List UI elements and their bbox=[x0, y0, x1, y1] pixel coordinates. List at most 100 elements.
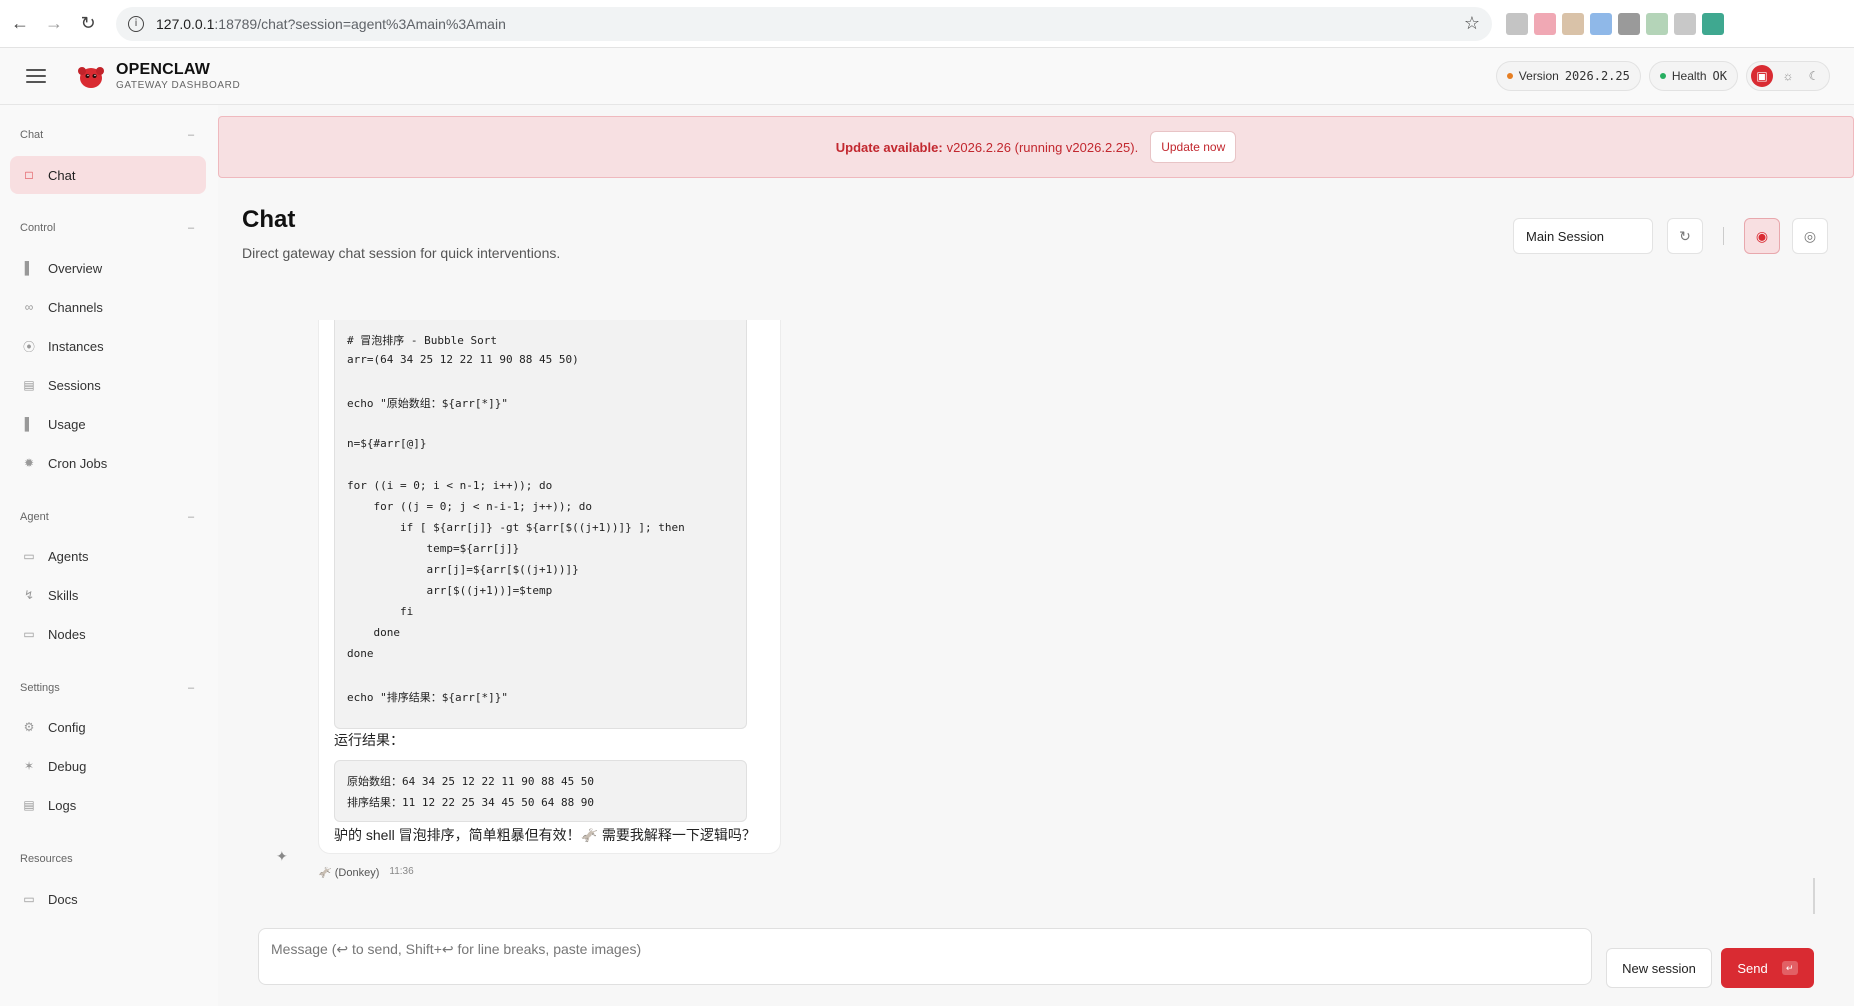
sidebar-item-usage[interactable]: ▌ Usage bbox=[10, 405, 206, 443]
reload-icon[interactable]: ↻ bbox=[76, 12, 100, 36]
send-button[interactable]: Send ↵ bbox=[1721, 948, 1814, 988]
extension-icon[interactable] bbox=[1506, 12, 1528, 35]
refresh-icon[interactable]: ↻ bbox=[1667, 218, 1703, 254]
code-line: for ((i = 0; i < n-1; i++)); do bbox=[347, 479, 553, 492]
sidebar-item-label: Instances bbox=[48, 338, 104, 354]
sidebar-item-chat[interactable]: □ Chat bbox=[10, 156, 206, 194]
back-arrow-icon[interactable]: ← bbox=[8, 12, 32, 36]
page-subtitle: Direct gateway chat session for quick in… bbox=[242, 245, 561, 261]
session-select[interactable]: Main Session bbox=[1513, 218, 1653, 254]
update-banner: Update available: v2026.2.26 (running v2… bbox=[218, 116, 1854, 178]
result-label: 运行结果： bbox=[334, 732, 404, 748]
brain-toggle-icon[interactable]: ◉ bbox=[1744, 218, 1780, 254]
bolt-icon: ↯ bbox=[23, 588, 35, 602]
health-status-dot bbox=[1659, 73, 1666, 79]
sidebar-item-label: Logs bbox=[48, 797, 77, 813]
focus-icon[interactable]: ◎ bbox=[1792, 218, 1828, 254]
code-line: # 冒泡排序 - Bubble Sort bbox=[347, 334, 497, 347]
code-line: arr=(64 34 25 12 22 11 90 88 45 50) bbox=[347, 353, 579, 366]
extension-icon[interactable] bbox=[1646, 12, 1668, 35]
sidebar-item-label: Docs bbox=[48, 891, 78, 907]
sidebar-item-label: Overview bbox=[48, 260, 103, 276]
sidebar-item-label: Cron Jobs bbox=[48, 455, 108, 471]
collapse-icon[interactable]: – bbox=[188, 511, 194, 523]
collapse-icon[interactable]: – bbox=[188, 682, 194, 694]
moon-icon[interactable]: ☾ bbox=[1803, 65, 1825, 87]
send-button-label: Send bbox=[1737, 960, 1768, 976]
sidebar-item-label: Skills bbox=[48, 587, 79, 603]
sidebar-item-skills[interactable]: ↯ Skills bbox=[10, 576, 206, 614]
address-bar[interactable]: i 127.0.0.1:18789/chat?session=agent%3Am… bbox=[116, 6, 1492, 41]
extension-icon[interactable] bbox=[1674, 12, 1696, 35]
sidebar-item-cron-jobs[interactable]: ✹ Cron Jobs bbox=[10, 444, 206, 482]
monitor-theme-icon[interactable]: ▣ bbox=[1751, 65, 1773, 87]
document-icon: ▤ bbox=[23, 378, 35, 392]
message-input[interactable] bbox=[271, 941, 1579, 957]
sidebar-item-instances[interactable]: ⦿ Instances bbox=[10, 327, 206, 365]
url-host: 127.0.0.1 bbox=[156, 15, 215, 32]
new-session-button[interactable]: New session bbox=[1606, 948, 1712, 988]
message-composer bbox=[258, 928, 1592, 985]
theme-switcher: ▣ ☼ ☾ bbox=[1746, 61, 1830, 91]
code-line: arr[$((j+1))]=$temp bbox=[347, 584, 553, 597]
hamburger-menu-icon[interactable] bbox=[26, 69, 46, 83]
sidebar-item-channels[interactable]: ∞ Channels bbox=[10, 288, 206, 326]
sidebar-item-config[interactable]: ⚙ Config bbox=[10, 708, 206, 746]
monitor-icon: ▭ bbox=[23, 627, 35, 641]
code-line: done bbox=[347, 626, 400, 639]
sidebar-item-label: Usage bbox=[48, 416, 86, 432]
banner-message: v2026.2.26 (running v2026.2.25). bbox=[946, 139, 1139, 155]
code-line: temp=${arr[j]} bbox=[347, 542, 520, 555]
scroll-icon: ▤ bbox=[23, 798, 35, 812]
collapse-icon[interactable]: – bbox=[188, 222, 194, 234]
sun-icon[interactable]: ☼ bbox=[1777, 65, 1799, 87]
health-value: OK bbox=[1712, 69, 1727, 83]
health-label: Health bbox=[1671, 69, 1707, 83]
sidebar-item-nodes[interactable]: ▭ Nodes bbox=[10, 615, 206, 653]
sidebar-item-logs[interactable]: ▤ Logs bbox=[10, 786, 206, 824]
sidebar-item-debug[interactable]: ✶ Debug bbox=[10, 747, 206, 785]
scrollbar[interactable] bbox=[1813, 878, 1815, 914]
collapse-icon[interactable]: – bbox=[188, 129, 194, 141]
update-now-button[interactable]: Update now bbox=[1150, 131, 1237, 163]
output-block: 原始数组：64 34 25 12 22 11 90 88 45 50 排序结果：1… bbox=[334, 760, 747, 822]
sidebar-item-label: Agents bbox=[48, 548, 89, 564]
health-pill: Health OK bbox=[1648, 61, 1738, 91]
message-meta: 🫏 (Donkey) 11:36 bbox=[318, 866, 414, 879]
assistant-avatar-icon: ✦ bbox=[276, 848, 288, 864]
output-line: 排序结果：11 12 22 25 34 45 50 64 88 90 bbox=[347, 796, 595, 809]
bar-chart-icon: ▌ bbox=[24, 261, 34, 275]
code-line: for ((j = 0; j < n-i-1; j++)); do bbox=[347, 500, 593, 513]
sidebar-section-chat: Chat bbox=[20, 129, 44, 141]
brand-name: OPENCLAW bbox=[116, 61, 211, 78]
extension-icon[interactable] bbox=[1562, 12, 1584, 35]
page-title: Chat bbox=[242, 206, 296, 233]
bookmark-star-icon[interactable]: ☆ bbox=[1464, 13, 1480, 34]
code-line: done bbox=[347, 647, 374, 660]
sidebar-item-docs[interactable]: ▭ Docs bbox=[10, 880, 206, 918]
version-pill: Version 2026.2.25 bbox=[1495, 61, 1641, 91]
extension-icon[interactable] bbox=[1590, 12, 1612, 35]
forward-arrow-icon[interactable]: → bbox=[42, 12, 66, 36]
brand-subtitle: GATEWAY DASHBOARD bbox=[116, 80, 241, 91]
openclaw-logo bbox=[78, 67, 104, 88]
sidebar-item-overview[interactable]: ▌ Overview bbox=[10, 249, 206, 287]
book-icon: ▭ bbox=[23, 892, 35, 906]
sidebar-item-agents[interactable]: ▭ Agents bbox=[10, 537, 206, 575]
broadcast-icon: ⦿ bbox=[22, 339, 35, 354]
extension-icon[interactable] bbox=[1534, 12, 1556, 35]
folder-icon: ▭ bbox=[23, 549, 35, 563]
assistant-message: # 冒泡排序 - Bubble Sort arr=(64 34 25 12 22 … bbox=[318, 320, 781, 854]
code-block: # 冒泡排序 - Bubble Sort arr=(64 34 25 12 22 … bbox=[334, 320, 747, 729]
link-icon: ∞ bbox=[24, 300, 34, 314]
sidebar-section-agent: Agent bbox=[20, 511, 49, 523]
extension-icon[interactable] bbox=[1618, 12, 1640, 35]
extension-icon[interactable] bbox=[1702, 12, 1724, 35]
version-value: 2026.2.25 bbox=[1564, 69, 1630, 83]
gear-icon: ⚙ bbox=[23, 720, 35, 734]
app-header: OPENCLAW GATEWAY DASHBOARD Version 2026.… bbox=[0, 48, 1854, 105]
site-info-icon[interactable]: i bbox=[128, 15, 144, 32]
sidebar-item-sessions[interactable]: ▤ Sessions bbox=[10, 366, 206, 404]
browser-toolbar: ← → ↻ i 127.0.0.1:18789/chat?session=age… bbox=[0, 0, 1854, 48]
code-line: fi bbox=[347, 605, 414, 618]
